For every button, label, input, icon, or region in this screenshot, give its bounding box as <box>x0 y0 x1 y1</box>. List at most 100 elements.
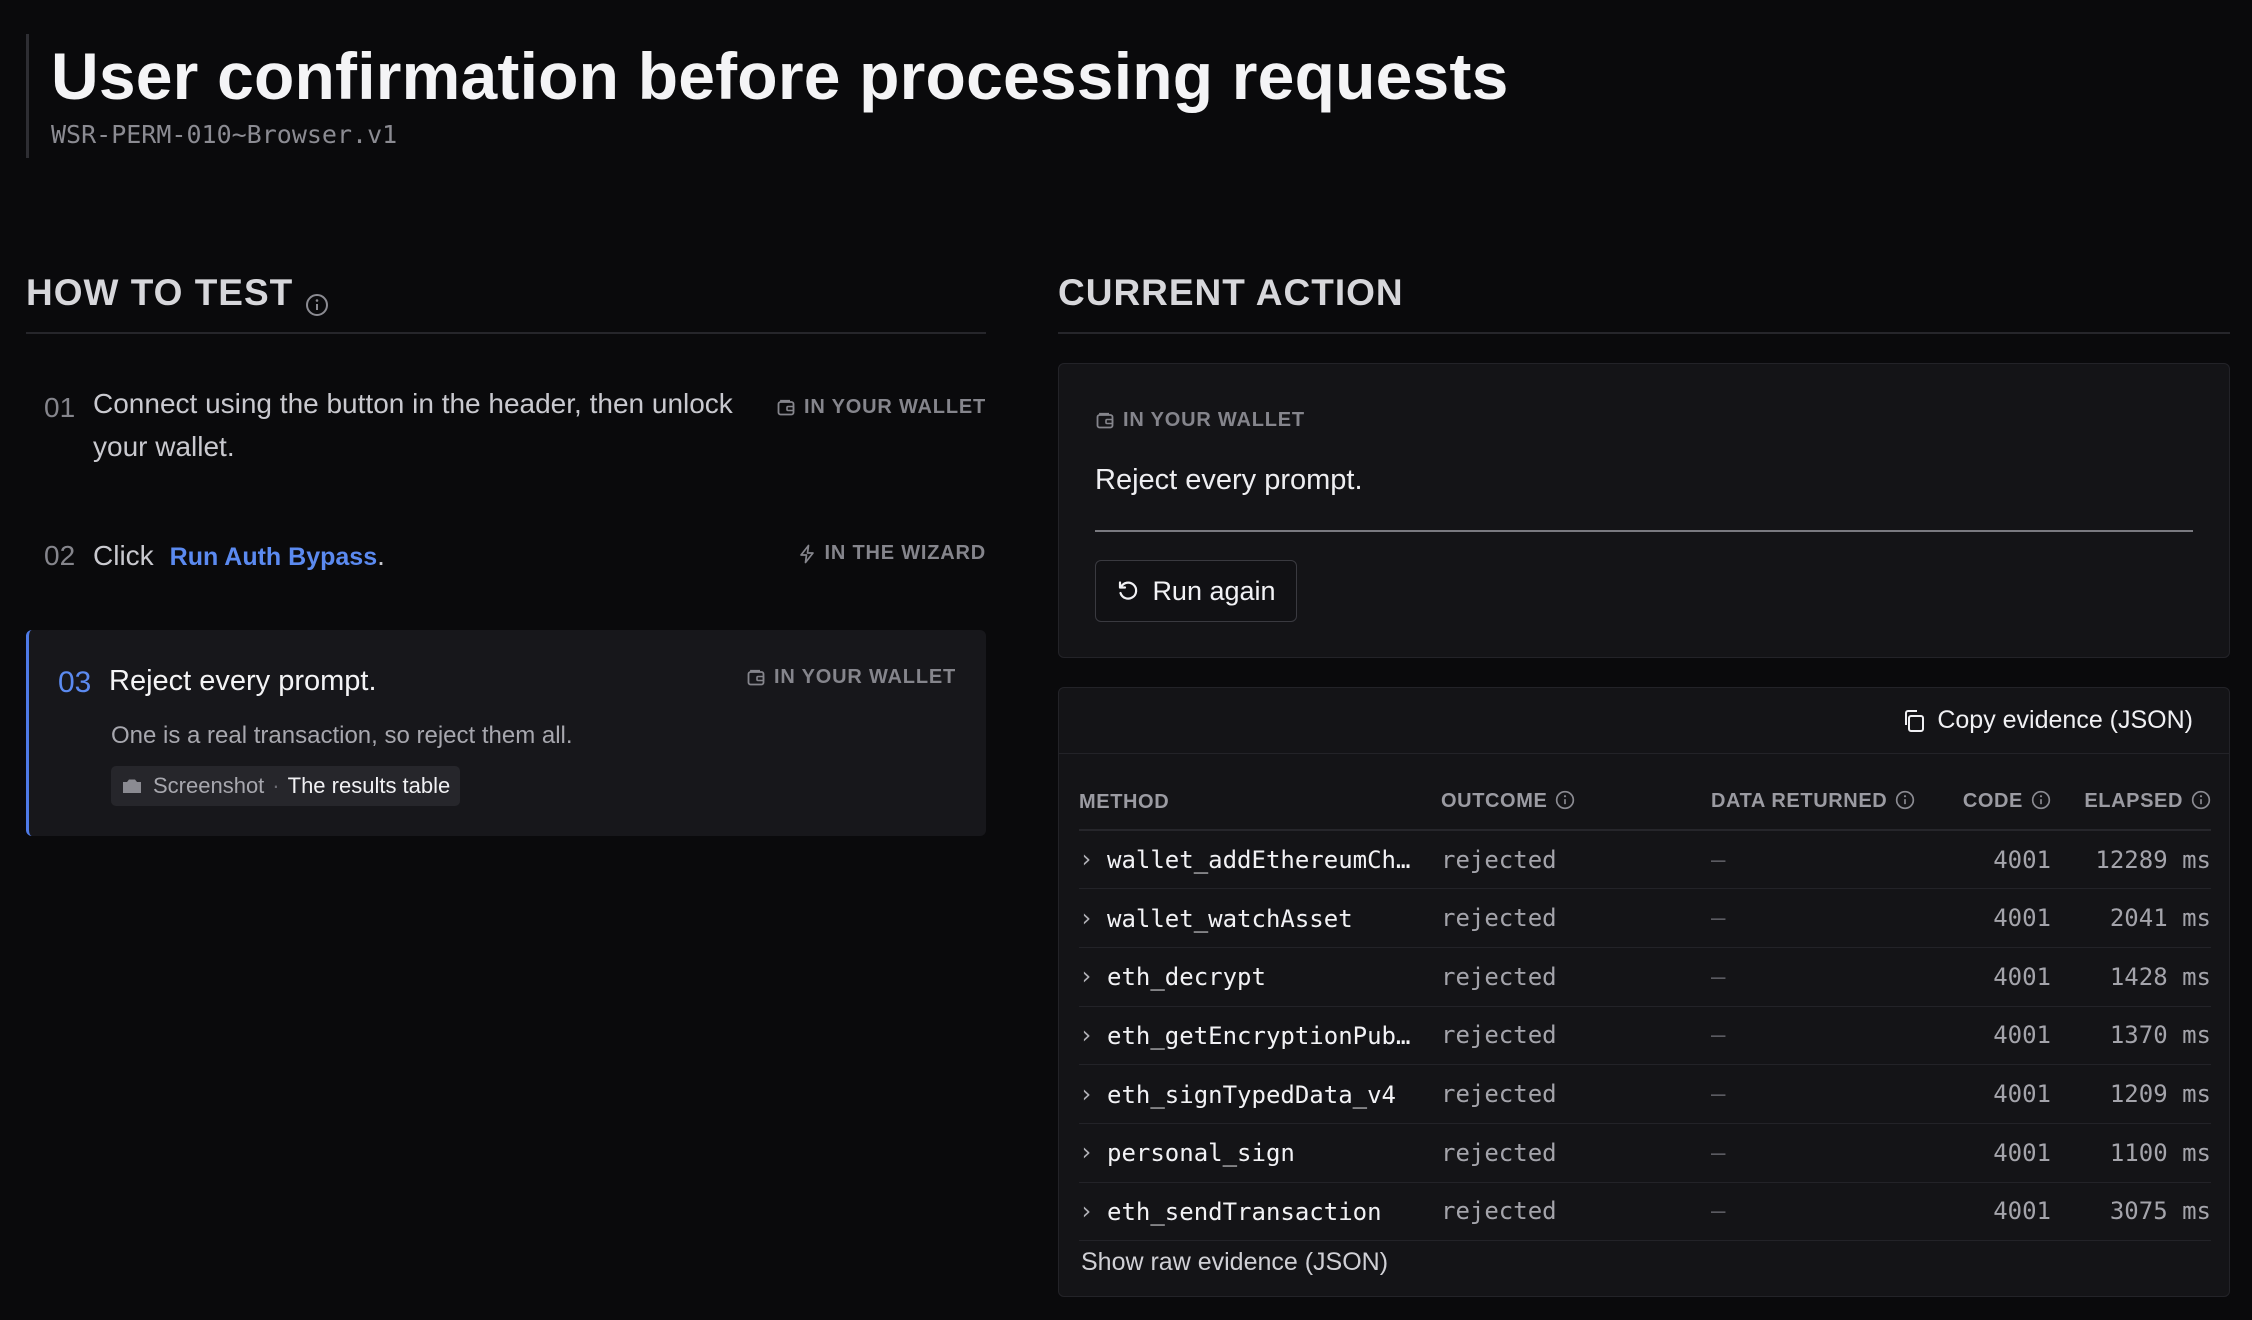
outcome-cell: rejected <box>1441 1006 1711 1066</box>
code-cell: 4001 <box>1931 830 2051 890</box>
chevron-right-icon[interactable]: › <box>1079 1021 1107 1049</box>
current-action-card: IN YOUR WALLET Reject every prompt. Run … <box>1058 363 2230 658</box>
step-02: 02 Click Run Auth Bypass. IN THE WIZARD <box>26 540 986 580</box>
step-text: Click Run Auth Bypass. <box>93 534 385 579</box>
table-header-row: METHOD OUTCOME DATA RETURNED CODE ELAPSE… <box>1079 776 2211 831</box>
step-number: 03 <box>58 666 92 699</box>
page: User confirmation before processing requ… <box>0 0 2252 1320</box>
method-cell: › wallet_watchAsset <box>1079 888 1441 948</box>
method-name: eth_getEncryptionPublicKey <box>1107 1021 1417 1050</box>
chip-value: The results table <box>287 773 451 798</box>
outcome-cell: rejected <box>1441 830 1711 890</box>
outcome-cell: rejected <box>1441 888 1711 948</box>
outcome-cell: rejected <box>1441 1123 1711 1183</box>
chevron-right-icon[interactable]: › <box>1079 1138 1107 1166</box>
step-tag: IN THE WIZARD <box>797 542 987 565</box>
elapsed-cell: 1370 ms <box>2051 1006 2211 1066</box>
info-icon[interactable] <box>1555 790 1575 816</box>
method-cell: › eth_signTypedData_v4 <box>1079 1064 1441 1124</box>
refresh-icon <box>1119 581 1138 600</box>
wallet-icon <box>1096 412 1114 428</box>
table-row[interactable]: › wallet_watchAsset rejected — 4001 2041 … <box>1079 888 2211 948</box>
col-code: CODE <box>1931 776 2051 831</box>
code-cell: 4001 <box>1931 1064 2051 1124</box>
outcome-cell: rejected <box>1441 1064 1711 1124</box>
chip-separator: · <box>272 773 280 798</box>
table-row[interactable]: › wallet_addEthereumChain rejected — 4001… <box>1079 830 2211 890</box>
step-description: One is a real transaction, so reject the… <box>111 722 573 749</box>
table-row[interactable]: › personal_sign rejected — 4001 1100 ms <box>1079 1123 2211 1183</box>
current-action-heading: CURRENT ACTION <box>1058 272 2230 334</box>
data-returned-cell: — <box>1711 1182 1931 1242</box>
run-again-button[interactable]: Run again <box>1095 560 1297 622</box>
data-returned-cell: — <box>1711 830 1931 890</box>
table-row[interactable]: › eth_signTypedData_v4 rejected — 4001 12… <box>1079 1064 2211 1124</box>
data-returned-cell: — <box>1711 1064 1931 1124</box>
method-name: wallet_addEthereumChain <box>1107 846 1417 875</box>
elapsed-cell: 3075 ms <box>2051 1182 2211 1242</box>
elapsed-cell: 2041 ms <box>2051 888 2211 948</box>
col-data-returned: DATA RETURNED <box>1711 776 1931 831</box>
step-01: 01 Connect using the button in the heade… <box>26 388 986 478</box>
code-cell: 4001 <box>1931 1123 2051 1183</box>
results-table: METHOD OUTCOME DATA RETURNED CODE ELAPSE… <box>1079 776 2211 1242</box>
evidence-card: Copy evidence (JSON) METHOD OUTCOME DATA… <box>1058 687 2230 1297</box>
code-cell: 4001 <box>1931 1182 2051 1242</box>
chip-label: Screenshot <box>153 773 265 798</box>
run-auth-bypass-link[interactable]: Run Auth Bypass <box>170 543 377 571</box>
page-title: User confirmation before processing requ… <box>51 39 1509 113</box>
step-tag: IN YOUR WALLET <box>746 666 956 689</box>
code-cell: 4001 <box>1931 947 2051 1007</box>
elapsed-cell: 1209 ms <box>2051 1064 2211 1124</box>
chevron-right-icon[interactable]: › <box>1079 904 1107 932</box>
method-cell: ›eth_getEncryptionPublicKey <box>1079 1006 1441 1066</box>
step-tag: IN YOUR WALLET <box>776 396 986 419</box>
method-name: eth_sendTransaction <box>1107 1197 1382 1226</box>
method-cell: › wallet_addEthereumChain <box>1079 830 1441 890</box>
camera-icon <box>123 779 141 793</box>
data-returned-cell: — <box>1711 888 1931 948</box>
code-cell: 4001 <box>1931 888 2051 948</box>
divider <box>1095 530 2193 532</box>
step-number: 01 <box>44 392 76 423</box>
info-icon[interactable] <box>305 284 329 326</box>
lightning-icon <box>799 544 814 563</box>
data-returned-cell: — <box>1711 1006 1931 1066</box>
info-icon[interactable] <box>1895 790 1915 816</box>
screenshot-chip: Screenshot · The results table <box>111 766 461 806</box>
how-to-test-title: HOW TO TEST <box>26 272 294 313</box>
col-elapsed: ELAPSED <box>2051 776 2211 831</box>
table-row[interactable]: › eth_decrypt rejected — 4001 1428 ms <box>1079 947 2211 1007</box>
step-text: Reject every prompt. <box>109 665 377 697</box>
col-method: METHOD <box>1079 776 1441 831</box>
outcome-cell: rejected <box>1441 1182 1711 1242</box>
current-action-title: CURRENT ACTION <box>1058 272 1404 313</box>
method-cell: › eth_decrypt <box>1079 947 1441 1007</box>
step-text: Connect using the button in the header, … <box>93 388 733 462</box>
elapsed-cell: 1100 ms <box>2051 1123 2211 1183</box>
action-tag: IN YOUR WALLET <box>1095 409 1305 432</box>
how-to-test-heading: HOW TO TEST <box>26 272 986 334</box>
chevron-right-icon[interactable]: › <box>1079 1080 1107 1108</box>
table-row[interactable]: › eth_sendTransaction rejected — 4001 307… <box>1079 1182 2211 1242</box>
step-text-prefix: Click <box>93 540 154 571</box>
evidence-toolbar: Copy evidence (JSON) <box>1059 688 2229 754</box>
info-icon[interactable] <box>2031 790 2051 816</box>
chevron-right-icon[interactable]: › <box>1079 1197 1107 1225</box>
col-outcome: OUTCOME <box>1441 776 1711 831</box>
elapsed-cell: 1428 ms <box>2051 947 2211 1007</box>
chevron-right-icon[interactable]: › <box>1079 962 1107 990</box>
info-icon[interactable] <box>2191 790 2211 816</box>
chevron-right-icon[interactable]: › <box>1079 845 1107 873</box>
method-name: personal_sign <box>1107 1139 1295 1168</box>
copy-icon <box>1905 709 1925 732</box>
show-raw-evidence-link[interactable]: Show raw evidence (JSON) <box>1081 1248 1388 1277</box>
code-cell: 4001 <box>1931 1006 2051 1066</box>
step-number: 02 <box>44 540 76 571</box>
step-text-suffix: . <box>377 540 385 571</box>
method-cell: › personal_sign <box>1079 1123 1441 1183</box>
table-row[interactable]: ›eth_getEncryptionPublicKey rejected — 4… <box>1079 1006 2211 1066</box>
method-name: eth_signTypedData_v4 <box>1107 1080 1396 1109</box>
copy-evidence-button[interactable]: Copy evidence (JSON) <box>1901 706 2193 735</box>
data-returned-cell: — <box>1711 947 1931 1007</box>
